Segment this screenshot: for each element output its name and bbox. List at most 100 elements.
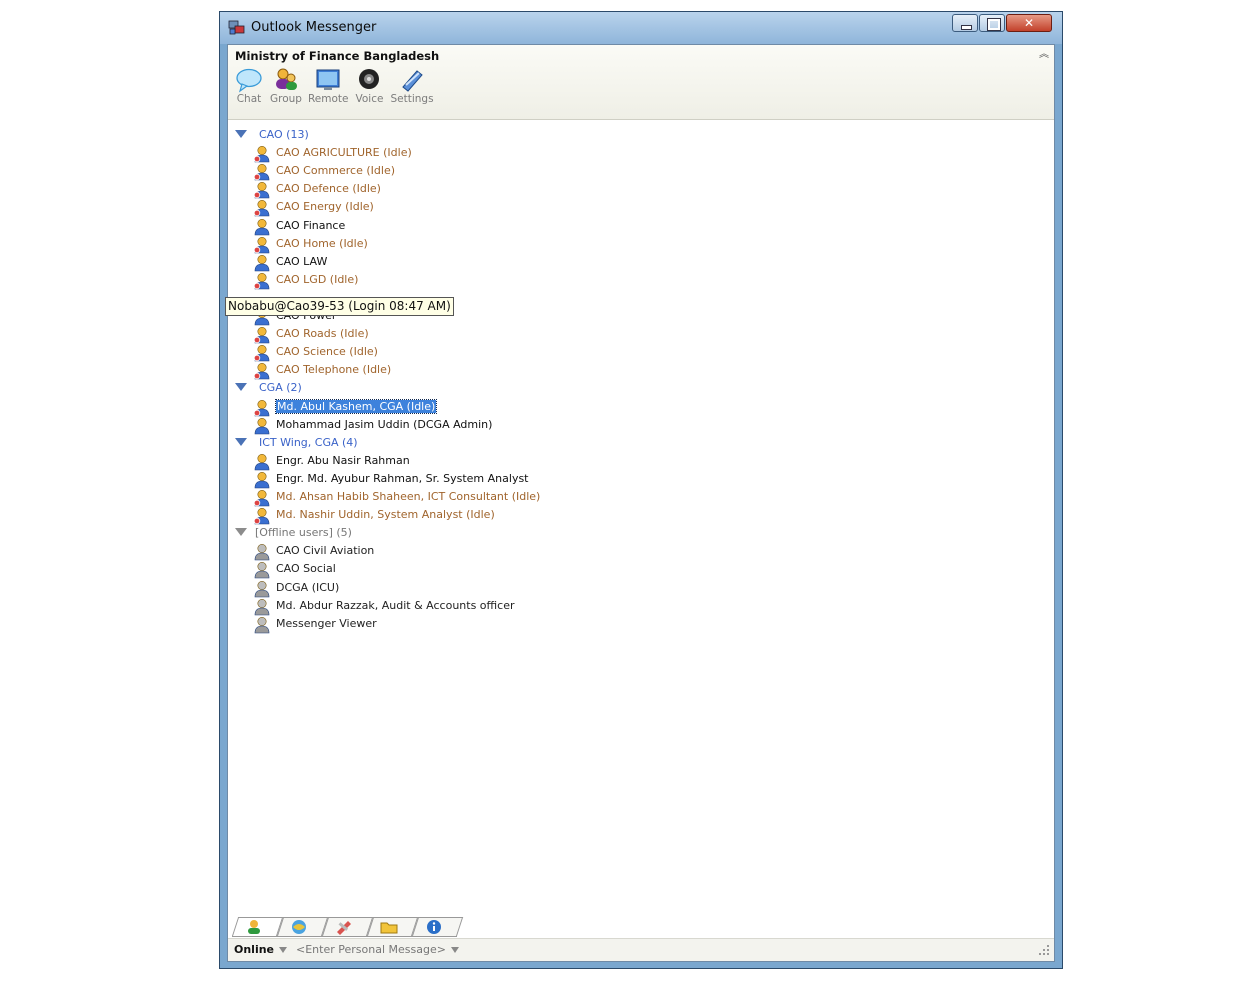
online-user-icon [254,471,270,489]
contact-name: CAO Roads (Idle) [276,327,369,341]
close-button[interactable]: ✕ [1006,14,1052,32]
settings-button[interactable]: Settings [390,67,434,105]
idle-user-icon [253,164,270,181]
contacts-tab-icon [248,920,260,934]
group-button[interactable]: Group [270,67,302,105]
collapse-triangle-icon[interactable] [235,437,247,446]
contact-item[interactable]: CAO Home (Idle) [228,236,828,254]
header-panel: Ministry of Finance Bangladesh ︽ Chat Gr… [228,45,1054,120]
contact-item[interactable]: Md. Abdur Razzak, Audit & Accounts offic… [228,598,828,616]
contact-item[interactable]: CAO Energy (Idle) [228,199,828,217]
chat-icon [236,68,262,93]
idle-user-icon [253,508,270,525]
info-tab-icon [427,920,441,934]
group-label: Group [270,93,302,105]
contact-item[interactable]: Messenger Viewer [228,616,828,634]
contact-item[interactable]: CAO Social [228,561,828,579]
remote-icon [316,69,340,90]
contact-item[interactable]: DCGA (ICU) [228,580,828,598]
personal-message-text: <Enter Personal Message> [296,943,446,956]
contact-item[interactable]: Engr. Abu Nasir Rahman [228,453,828,471]
settings-icon [402,70,423,92]
idle-user-icon [253,345,270,362]
group-header[interactable]: [Offline users] (5) [228,525,828,543]
collapse-triangle-icon[interactable] [235,130,247,138]
contact-name: CAO Commerce (Idle) [276,164,396,178]
contact-name: Md. Ahsan Habib Shaheen, ICT Consultant … [276,490,541,503]
minimize-button[interactable] [952,14,978,32]
contact-name: DCGA (ICU) [276,580,340,594]
contact-item[interactable]: Md. Ahsan Habib Shaheen, ICT Consultant … [228,489,828,507]
presence-selector[interactable]: Online [234,943,288,956]
contact-name: Md. Nashir Uddin, System Analyst (Idle) [276,508,495,522]
title-bar[interactable]: Outlook Messenger ✕ [220,12,1062,44]
group-label: [Offline users] (5) [255,526,352,540]
personal-message-field[interactable]: <Enter Personal Message> [296,943,459,956]
contact-item[interactable]: CAO LAW [228,254,828,272]
contact-item[interactable]: CAO Science (Idle) [228,344,828,362]
group-header[interactable]: CGA (2) [228,380,828,398]
settings-label: Settings [390,93,434,105]
bottom-tab-strip [232,917,457,939]
contact-item[interactable]: CAO Civil Aviation [228,543,828,561]
organization-name: Ministry of Finance Bangladesh [235,49,440,63]
status-bar: Online <Enter Personal Message> [228,938,1054,961]
contact-item[interactable]: Md. Abul Kashem, CGA (Idle) [228,398,828,417]
remote-button[interactable]: Remote [308,67,348,105]
contact-item[interactable]: CAO AGRICULTURE (Idle) [228,145,828,163]
offline-user-icon [254,544,270,561]
collapse-triangle-icon[interactable] [235,383,247,392]
contact-item[interactable]: Md. Nashir Uddin, System Analyst (Idle) [228,507,828,525]
chevron-down-icon [279,947,288,953]
contact-name: CAO Science (Idle) [276,345,378,359]
contact-name: Md. Abul Kashem, CGA (Idle) [274,398,438,414]
contact-name: CAO LAW [276,254,328,268]
idle-user-icon [253,272,270,290]
tab-web[interactable] [277,917,322,937]
resize-grip-icon[interactable] [1037,943,1051,957]
contact-item[interactable]: CAO Telephone (Idle) [228,362,828,380]
contact-name: Mohammad Jasim Uddin (DCGA Admin) [276,417,493,431]
messenger-window: Outlook Messenger ✕ Ministry of Finance … [219,11,1063,969]
online-user-icon [254,453,270,471]
group-label: ICT Wing, CGA (4) [259,435,358,449]
tab-contacts[interactable] [232,917,277,937]
voice-icon [359,69,380,89]
idle-user-icon [253,182,270,199]
tab-info[interactable] [412,917,457,937]
idle-user-icon [253,399,270,416]
contact-name: CAO Finance [276,218,346,232]
contact-item[interactable]: CAO Roads (Idle) [228,326,828,344]
folder-tab-icon [380,922,398,934]
voice-label: Voice [355,93,384,105]
idle-user-icon [253,146,270,163]
collapse-header-icon[interactable]: ︽ [1039,50,1049,60]
chat-button[interactable]: Chat [234,67,264,105]
contact-name: CAO LGD (Idle) [276,272,359,286]
contact-name: Engr. Abu Nasir Rahman [276,453,410,467]
tab-tools[interactable] [322,917,367,937]
contact-item[interactable]: CAO Defence (Idle) [228,181,828,199]
contact-name: CAO Defence (Idle) [276,182,381,196]
contact-item[interactable]: CAO Finance [228,218,828,236]
chat-label: Chat [236,93,262,105]
group-header[interactable]: CAO (13) [228,127,828,145]
contact-name: CAO Social [276,562,336,576]
maximize-button[interactable] [979,14,1005,32]
minimize-icon [961,25,972,30]
group-header[interactable]: ICT Wing, CGA (4) [228,435,828,453]
presence-label: Online [234,943,275,956]
contact-item[interactable]: Engr. Md. Ayubur Rahman, Sr. System Anal… [228,471,828,489]
idle-user-icon [253,490,270,507]
idle-user-icon [253,236,270,253]
contact-item[interactable]: CAO LGD (Idle) [228,272,828,290]
collapse-triangle-icon[interactable] [235,528,247,537]
idle-user-icon [253,200,270,217]
contact-item[interactable]: Mohammad Jasim Uddin (DCGA Admin) [228,417,828,435]
contact-name: Md. Abdur Razzak, Audit & Accounts offic… [276,598,515,612]
offline-user-icon [254,598,270,615]
contact-item[interactable]: CAO Commerce (Idle) [228,163,828,181]
tab-folder[interactable] [367,917,412,937]
voice-button[interactable]: Voice [354,67,384,105]
contact-name: CAO Energy (Idle) [276,200,374,214]
